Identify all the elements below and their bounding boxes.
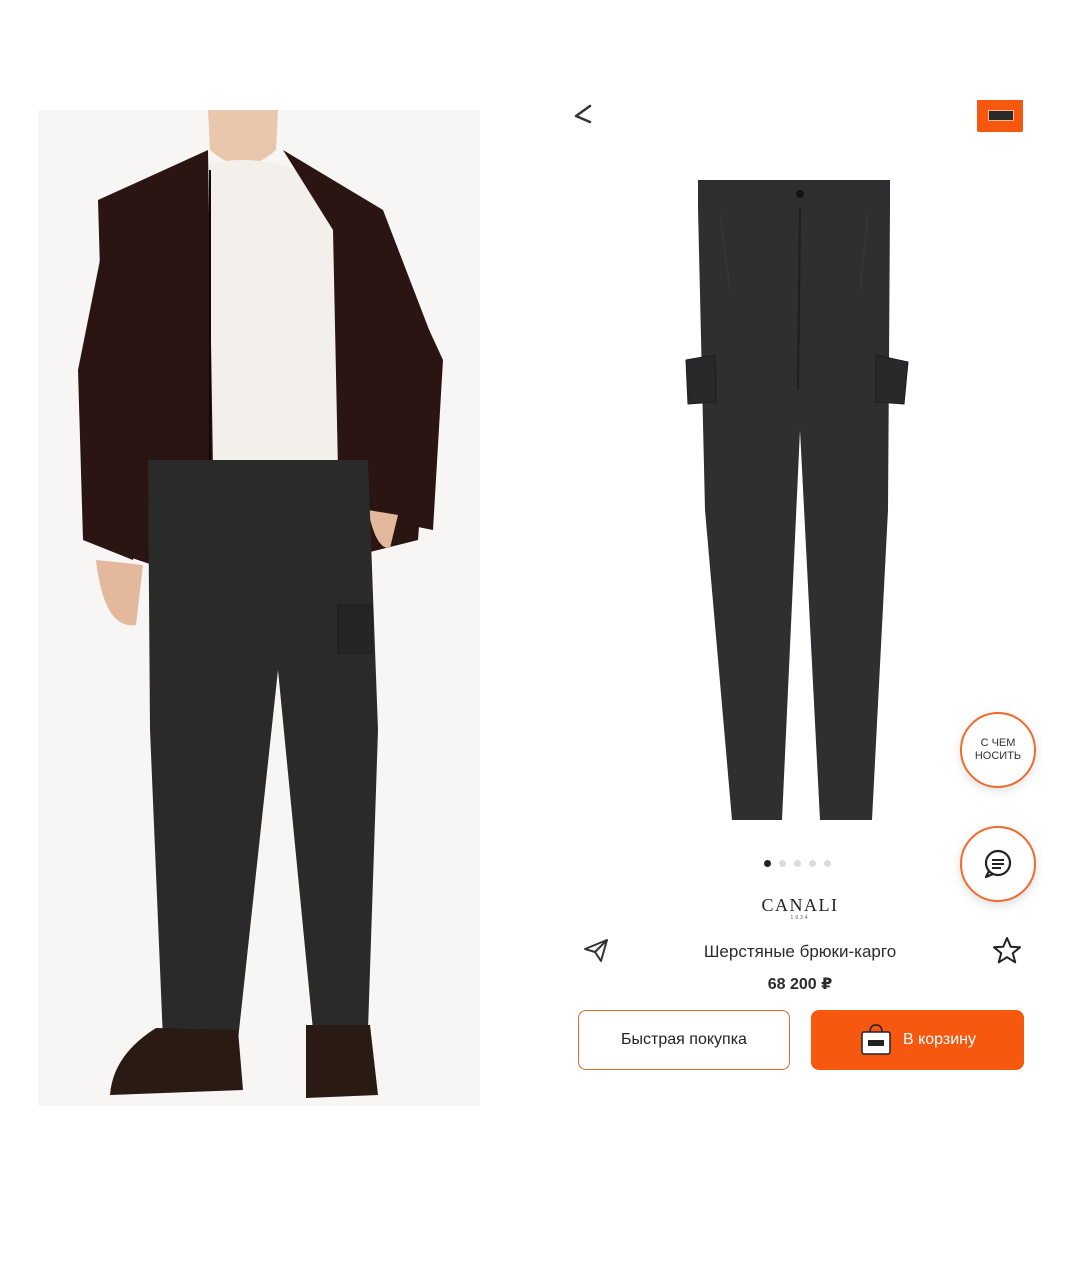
quick-buy-button[interactable]: Быстрая покупка <box>578 1010 790 1070</box>
what-to-wear-button[interactable]: С ЧЕМ НОСИТЬ <box>960 712 1036 788</box>
model-photo <box>38 110 480 1106</box>
product-card: CANALI 1934 Шерстяные брюки-карго 68 200… <box>540 100 1060 1110</box>
bag-logo-mark <box>988 110 1014 121</box>
add-to-cart-button[interactable]: В корзину <box>811 1010 1024 1070</box>
product-image[interactable] <box>680 180 910 830</box>
pagination-dot[interactable] <box>779 860 786 867</box>
quick-buy-label: Быстрая покупка <box>621 1031 747 1048</box>
brand-name[interactable]: CANALI <box>700 895 900 916</box>
brand-year: 1934 <box>790 915 810 921</box>
shopping-bag-icon[interactable] <box>977 100 1023 132</box>
what-to-wear-line1: С ЧЕМ <box>980 737 1016 749</box>
screen: CANALI 1934 Шерстяные брюки-карго 68 200… <box>0 0 1080 1280</box>
shopping-bag-icon <box>861 1024 891 1055</box>
share-icon[interactable] <box>582 936 610 964</box>
chat-bubble-icon <box>984 849 1012 879</box>
pagination-dot-active[interactable] <box>764 860 771 867</box>
pagination-dot[interactable] <box>794 860 801 867</box>
back-arrow-icon[interactable] <box>570 100 600 124</box>
product-price: 68 200 ₽ <box>767 976 833 993</box>
what-to-wear-label: С ЧЕМ НОСИТЬ <box>975 737 1021 763</box>
pagination-dot[interactable] <box>809 860 816 867</box>
what-to-wear-line2: НОСИТЬ <box>974 750 1022 762</box>
pagination-dot[interactable] <box>824 860 831 867</box>
image-pagination <box>764 860 831 867</box>
chat-button[interactable] <box>960 826 1036 902</box>
add-to-cart-label: В корзину <box>902 1031 977 1048</box>
product-title: Шерстяные брюки-карго <box>703 942 897 961</box>
model-photo-illustration <box>38 110 480 1106</box>
star-outline-icon[interactable] <box>991 935 1023 967</box>
